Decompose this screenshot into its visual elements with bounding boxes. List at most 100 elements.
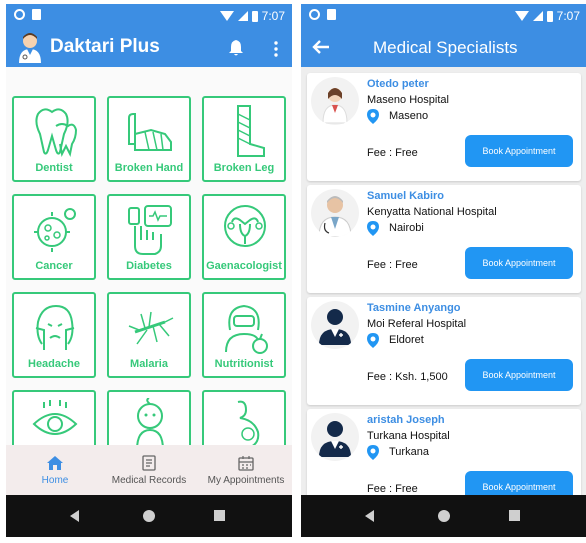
doctor-name: Otedo peter xyxy=(367,78,429,90)
doctor-card[interactable]: Tasmine Anyango Moi Referal Hospital Eld… xyxy=(307,297,581,405)
battery-icon xyxy=(546,10,553,22)
nutritionist-icon xyxy=(225,304,268,354)
doctor-photo-icon xyxy=(311,189,359,237)
mosquito-icon xyxy=(128,311,174,345)
specialty-label: Diabetes xyxy=(126,260,172,272)
nav-home[interactable]: Home xyxy=(20,445,90,495)
specialists-screen: 7:07 Medical Specialists Otedo peter Mas… xyxy=(301,4,586,537)
notification-dot-icon xyxy=(309,9,320,20)
app-title: Daktari Plus xyxy=(50,36,160,57)
home-nav-icon[interactable] xyxy=(143,510,155,522)
specialty-tile-nutritionist[interactable]: Nutritionist xyxy=(202,292,286,378)
consultation-fee: Fee : Ksh. 1,500 xyxy=(367,371,448,383)
doctor-location: Nairobi xyxy=(389,222,424,234)
doctor-name: aristah Joseph xyxy=(367,414,445,426)
location-pin-icon xyxy=(367,445,379,460)
doctor-name: Samuel Kabiro xyxy=(367,190,445,202)
signal-icon xyxy=(237,11,248,21)
specialty-label: Gaenacologist xyxy=(206,260,282,272)
overflow-menu-icon[interactable] xyxy=(274,41,278,57)
pregnancy-icon xyxy=(236,400,260,449)
doctor-female-icon xyxy=(311,77,359,125)
specialty-label: Broken Hand xyxy=(114,162,184,174)
specialty-label: Broken Leg xyxy=(213,162,275,174)
doctor-card[interactable]: Samuel Kabiro Kenyatta National Hospital… xyxy=(307,185,581,293)
sd-card-icon xyxy=(32,9,41,20)
nav-label: Home xyxy=(41,475,69,486)
nav-label: My Appointments xyxy=(207,475,285,486)
specialty-tile-broken-hand[interactable]: Broken Hand xyxy=(107,96,191,182)
specialty-tile-dentist[interactable]: Dentist xyxy=(12,96,96,182)
uterus-icon xyxy=(224,205,266,247)
hospital-name: Moi Referal Hospital xyxy=(367,318,467,330)
specialty-label: Dentist xyxy=(35,162,73,174)
back-arrow-icon[interactable] xyxy=(311,37,331,57)
nav-my-appointments[interactable]: My Appointments xyxy=(202,445,290,495)
system-navigation-bar xyxy=(301,495,586,537)
nav-medical-records[interactable]: Medical Records xyxy=(104,445,194,495)
home-icon xyxy=(47,456,63,470)
hospital-name: Maseno Hospital xyxy=(367,94,449,106)
recents-nav-icon[interactable] xyxy=(214,510,225,521)
status-bar: 7:07 xyxy=(301,4,586,29)
calendar-icon xyxy=(238,456,254,471)
baby-icon xyxy=(136,398,164,451)
doctor-location: Turkana xyxy=(389,446,429,458)
wifi-icon xyxy=(219,11,234,21)
notification-dot-icon xyxy=(14,9,25,20)
specialty-tile-gaenacologist[interactable]: Gaenacologist xyxy=(202,194,286,280)
consultation-fee: Fee : Free xyxy=(367,147,418,159)
bell-icon[interactable] xyxy=(228,39,244,57)
specialty-tile-cancer[interactable]: Cancer xyxy=(12,194,96,280)
consultation-fee: Fee : Free xyxy=(367,259,418,271)
book-appointment-button[interactable]: Book Appointment xyxy=(465,247,573,279)
nav-label: Medical Records xyxy=(111,475,187,486)
doctor-silhouette-icon xyxy=(311,301,359,349)
clock: 7:07 xyxy=(556,9,580,23)
doctor-location: Eldoret xyxy=(389,334,424,346)
clock: 7:07 xyxy=(261,9,285,23)
doctor-name: Tasmine Anyango xyxy=(367,302,461,314)
doctor-silhouette-icon xyxy=(311,413,359,461)
doctor-location: Maseno xyxy=(389,110,429,122)
home-screen: 7:07 Daktari Plus Dentist Broken Hand Br… xyxy=(6,4,292,537)
specialty-tile-diabetes[interactable]: Diabetes xyxy=(107,194,191,280)
home-nav-icon[interactable] xyxy=(438,510,450,522)
specialty-label: Cancer xyxy=(35,260,73,272)
tooth-icon xyxy=(35,108,78,158)
eye-icon xyxy=(32,400,78,435)
specialty-tile-headache[interactable]: Headache xyxy=(12,292,96,378)
app-bar: Medical Specialists xyxy=(301,29,586,67)
bottom-navigation: Home Medical Records My Appointments xyxy=(6,445,292,495)
back-nav-icon[interactable] xyxy=(365,510,374,522)
headache-icon xyxy=(35,304,75,350)
records-icon xyxy=(142,455,156,471)
app-bar: Daktari Plus xyxy=(6,29,292,67)
broken-hand-icon xyxy=(128,113,172,151)
system-navigation-bar xyxy=(6,495,292,537)
status-bar: 7:07 xyxy=(6,4,292,29)
specialty-label: Malaria xyxy=(130,358,168,370)
battery-icon xyxy=(251,10,258,22)
book-appointment-button[interactable]: Book Appointment xyxy=(465,359,573,391)
doctor-logo-icon xyxy=(19,33,41,63)
specialty-tile-broken-leg[interactable]: Broken Leg xyxy=(202,96,286,182)
signal-icon xyxy=(532,11,543,21)
specialty-tile-malaria[interactable]: Malaria xyxy=(107,292,191,378)
location-pin-icon xyxy=(367,221,379,236)
doctor-card[interactable]: Otedo peter Maseno Hospital Maseno Fee :… xyxy=(307,73,581,181)
back-nav-icon[interactable] xyxy=(70,510,79,522)
cancer-cell-icon xyxy=(34,208,76,252)
specialty-label: Headache xyxy=(28,358,80,370)
diabetes-icon xyxy=(128,205,172,255)
location-pin-icon xyxy=(367,333,379,348)
book-appointment-button[interactable]: Book Appointment xyxy=(465,135,573,167)
specialty-label: Nutritionist xyxy=(214,358,274,370)
hospital-name: Turkana Hospital xyxy=(367,430,450,442)
page-title: Medical Specialists xyxy=(373,38,518,57)
consultation-fee: Fee : Free xyxy=(367,483,418,495)
recents-nav-icon[interactable] xyxy=(509,510,520,521)
broken-leg-icon xyxy=(237,105,265,157)
wifi-icon xyxy=(514,11,529,21)
location-pin-icon xyxy=(367,109,379,124)
